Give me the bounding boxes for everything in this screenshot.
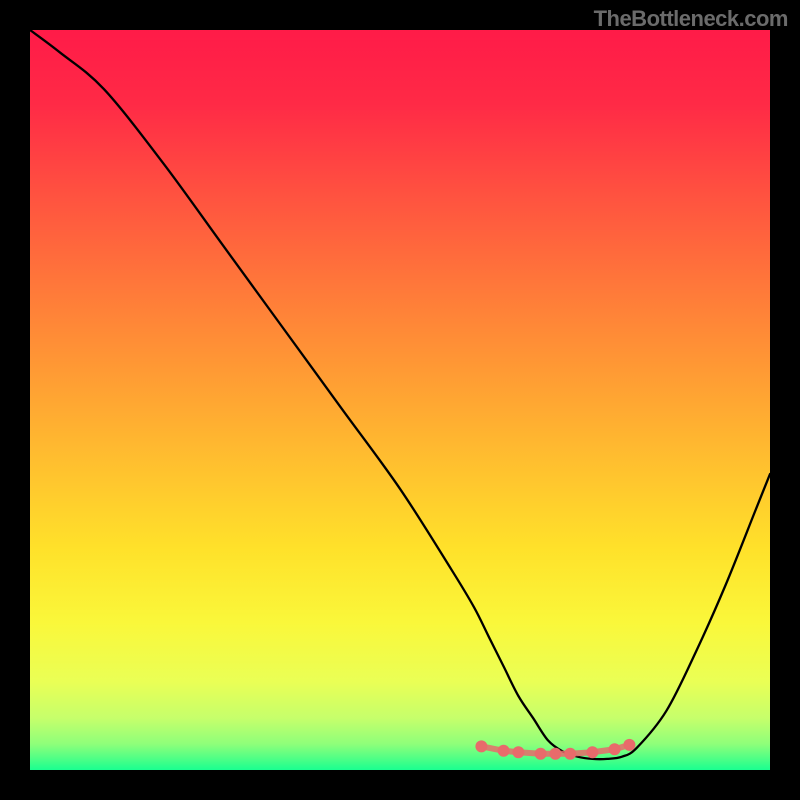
marker-dot [586, 746, 598, 758]
marker-dot [564, 748, 576, 760]
marker-dot [623, 739, 635, 751]
marker-dot [475, 740, 487, 752]
marker-dot [609, 743, 621, 755]
plot-area [30, 30, 770, 770]
watermark-label: TheBottleneck.com [594, 6, 788, 32]
chart-container: TheBottleneck.com [0, 0, 800, 800]
marker-dot [498, 745, 510, 757]
marker-dot [512, 746, 524, 758]
marker-dot [535, 748, 547, 760]
marker-dot [549, 748, 561, 760]
chart-background [30, 30, 770, 770]
chart-svg [30, 30, 770, 770]
